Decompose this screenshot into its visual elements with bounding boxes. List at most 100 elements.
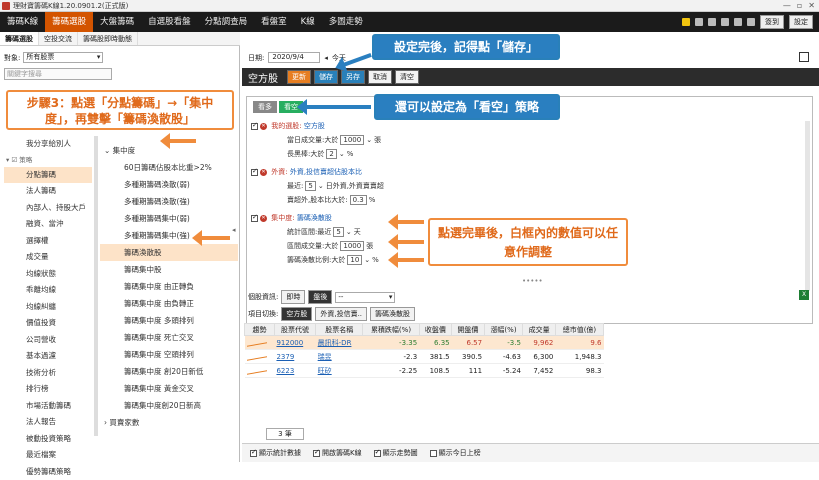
realtime-button[interactable]: 即時 <box>281 290 305 304</box>
collapse-arrow-icon[interactable]: ◂ <box>232 226 236 234</box>
list-item[interactable]: 公司營收 <box>4 332 92 349</box>
list-item[interactable]: 被動投資策略 <box>4 431 92 448</box>
date-field[interactable]: 2020/9/4 <box>268 52 320 63</box>
chevron-down-icon[interactable]: ⌄ <box>339 150 345 158</box>
table-row[interactable]: 2379 瑞昱 -2.3 381.5 390.5 -4.63 6,300 1,9… <box>245 350 604 364</box>
condition-checkbox[interactable] <box>251 123 258 130</box>
conditions-scrollbar[interactable] <box>805 121 810 291</box>
option-today[interactable]: 顯示今日上榜 <box>430 448 481 458</box>
option-stats[interactable]: 顯示統計數據 <box>250 448 301 458</box>
list-item[interactable]: 多種期籌碼渙散(弱) <box>100 176 238 193</box>
after-hours-button[interactable]: 盤後 <box>308 290 332 304</box>
list-item[interactable]: 內部人、持股大戶 <box>4 200 92 217</box>
list-item-branch-chips[interactable]: 分點籌碼 <box>4 167 92 184</box>
excel-export-icon[interactable]: X <box>799 290 809 300</box>
ratio-input[interactable]: 0.3 <box>350 195 367 205</box>
list-item[interactable]: 籌碼集中度 由負轉正 <box>100 295 238 312</box>
list-item[interactable]: 選擇權 <box>4 233 92 250</box>
object-select[interactable]: 所有股票 <box>23 52 103 63</box>
list-item[interactable]: 融資、當沖 <box>4 216 92 233</box>
clock-icon[interactable] <box>695 18 703 26</box>
list-item[interactable]: 籌碼集中度 多頭排列 <box>100 312 238 329</box>
wechat-icon[interactable] <box>721 18 729 26</box>
list-item[interactable]: 多種期籌碼渙散(強) <box>100 193 238 210</box>
remove-icon[interactable]: ✕ <box>260 215 267 222</box>
remove-icon[interactable]: ✕ <box>260 169 267 176</box>
table-row[interactable]: 912000 晨訊科-DR -3.35 6.35 6.57 -3.5 9,962… <box>245 336 604 350</box>
list-item[interactable]: 多種期籌碼集中(弱) <box>100 210 238 227</box>
list-item[interactable]: 最近檔案 <box>4 447 92 464</box>
tab-project-foreign[interactable]: 外資,投信賣.. <box>315 307 367 321</box>
window-layout-icon[interactable] <box>799 52 809 62</box>
list-item[interactable]: 60日籌碼佔股本比重>2% <box>100 159 238 176</box>
chevron-down-icon[interactable]: ⌄ <box>366 136 372 144</box>
list-item[interactable]: 我分享給別人 <box>4 136 92 153</box>
list-item[interactable]: 籌碼集中度 死亡交叉 <box>100 329 238 346</box>
menu-item-multi-chart[interactable]: 多圖走勢 <box>322 12 370 32</box>
volume-input[interactable]: 1000 <box>340 135 364 145</box>
dispersion-input[interactable]: 10 <box>347 255 362 265</box>
list-item[interactable]: 籌碼集中股 <box>100 261 238 278</box>
menu-item-stock-picking[interactable]: 籌碼選股 <box>45 12 93 32</box>
search-input[interactable]: 關鍵字搜尋 <box>4 68 112 80</box>
list-item[interactable]: 均線糾纏 <box>4 299 92 316</box>
grid-icon[interactable] <box>747 18 755 26</box>
tab-project-dispersed[interactable]: 籌碼渙散股 <box>370 307 415 321</box>
checkin-button[interactable]: 簽到 <box>760 15 784 29</box>
list-item[interactable]: 成交量 <box>4 249 92 266</box>
chevron-down-icon[interactable]: ⌄ <box>346 228 352 236</box>
tab-project-short[interactable]: 空方股 <box>281 307 312 321</box>
menu-item-branch-survey[interactable]: 分點調查局 <box>198 12 255 32</box>
condition-checkbox[interactable] <box>251 169 258 176</box>
list-item[interactable]: 基本過濾 <box>4 348 92 365</box>
list-item[interactable]: 優勢籌碼策略 <box>4 464 92 480</box>
tab-stock-picking[interactable]: 籌碼選股 <box>0 32 39 45</box>
settings-button[interactable]: 設定 <box>789 15 813 29</box>
condition-checkbox[interactable] <box>251 215 258 222</box>
list-scrollbar[interactable] <box>94 136 98 436</box>
range-volume-input[interactable]: 1000 <box>340 241 364 251</box>
group-header-strategy[interactable]: ▾ ☑ 策略 <box>4 153 92 167</box>
long-button[interactable]: 看多 <box>253 101 277 113</box>
option-kline[interactable]: 開啟籌碼K線 <box>313 448 362 458</box>
clear-button[interactable]: 清空 <box>395 70 419 84</box>
menu-item-market-chips[interactable]: 大盤籌碼 <box>93 12 141 32</box>
menu-item-watchlist[interactable]: 自選股看盤 <box>141 12 198 32</box>
chevron-down-icon[interactable]: ⌄ <box>364 256 370 264</box>
monitor-icon[interactable] <box>708 18 716 26</box>
chevron-down-icon[interactable]: ⌄ <box>318 182 324 190</box>
menu-item-k[interactable]: K線 <box>294 12 322 32</box>
stock-info-select[interactable]: -- <box>335 292 395 303</box>
menu-item-watch-room[interactable]: 看盤室 <box>254 12 294 32</box>
condition-name[interactable]: 外資,投信賣超佔股本比 <box>290 168 362 176</box>
list-item[interactable]: 籌碼集中度 創20日新低 <box>100 363 238 380</box>
save-button[interactable]: 儲存 <box>314 70 338 84</box>
list-item[interactable]: 價值投資 <box>4 315 92 332</box>
cancel-button[interactable]: 取消 <box>368 70 392 84</box>
list-item[interactable]: 均線狀態 <box>4 266 92 283</box>
condition-name[interactable]: 空方股 <box>304 122 325 130</box>
period-input[interactable]: 5 <box>333 227 343 237</box>
list-item[interactable]: 法人報告 <box>4 414 92 431</box>
list-item[interactable]: 籌碼集中度 空頭排列 <box>100 346 238 363</box>
minimize-icon[interactable]: — <box>783 1 791 10</box>
tab-realtime[interactable]: 籌碼股即時動態 <box>78 32 138 45</box>
list-item[interactable]: 籌碼集中度創20日新高 <box>100 397 238 414</box>
maximize-icon[interactable]: ▫ <box>797 1 802 10</box>
list-item[interactable]: 排行榜 <box>4 381 92 398</box>
splitter-handle[interactable]: ••••• <box>522 277 543 285</box>
list-item[interactable]: 乖離均線 <box>4 282 92 299</box>
option-trend[interactable]: 顯示走勢圖 <box>374 448 418 458</box>
bulb-icon[interactable] <box>682 18 690 26</box>
list-item-chip-dispersed[interactable]: 籌碼渙散股 <box>100 244 238 261</box>
list-item[interactable]: 籌碼集中度 黃金交叉 <box>100 380 238 397</box>
list-item[interactable]: 籌碼集中度 由正轉負 <box>100 278 238 295</box>
prev-date-icon[interactable]: ◂ <box>324 54 328 62</box>
tab-airdrop[interactable]: 空投交流 <box>39 32 78 45</box>
group-header-buy-sell[interactable]: › 買賣家數 <box>100 414 238 431</box>
condition-name[interactable]: 籌碼渙散股 <box>297 214 332 222</box>
chart-icon[interactable] <box>734 18 742 26</box>
days-input[interactable]: 5 <box>305 181 315 191</box>
remove-icon[interactable]: ✕ <box>260 123 267 130</box>
update-button[interactable]: 更新 <box>287 70 311 84</box>
